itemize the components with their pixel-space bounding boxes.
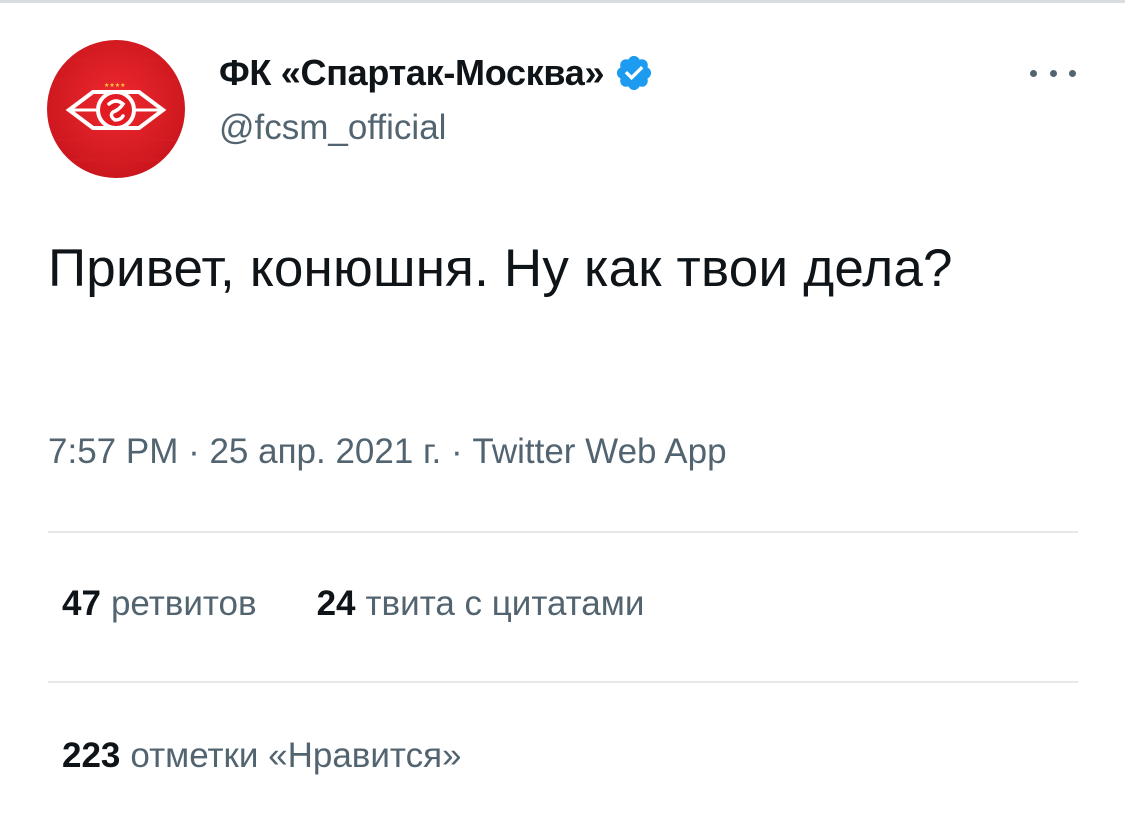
spartak-logo-icon: ★★★★ — [47, 40, 185, 178]
divider — [48, 681, 1078, 683]
meta-separator: · — [178, 432, 210, 471]
tweet-time[interactable]: 7:57 PM — [48, 432, 178, 471]
likes-count: 223 — [62, 736, 121, 775]
more-dots-icon[interactable] — [1030, 60, 1076, 86]
likes-row: 223 отметки «Нравится» — [62, 736, 462, 776]
quotes-count: 24 — [316, 584, 356, 623]
retweets-count: 47 — [62, 584, 101, 623]
author-handle[interactable]: @fcsm_official — [219, 108, 446, 148]
divider — [48, 531, 1078, 533]
author-name-row[interactable]: ФК «Спартак-Москва» — [219, 50, 654, 96]
dot — [1030, 69, 1037, 77]
likes-stat[interactable]: 223 отметки «Нравится» — [62, 736, 462, 776]
retweets-label: ретвитов — [110, 584, 257, 623]
tweet-card: ★★★★ ФК «Спартак-Москва» @fcsm_official … — [0, 0, 1125, 822]
dot — [1049, 69, 1057, 77]
meta-separator: · — [441, 432, 473, 471]
author-display-name[interactable]: ФК «Спартак-Москва» — [219, 52, 605, 94]
tweet-meta: 7:57 PM · 25 апр. 2021 г. · Twitter Web … — [48, 432, 727, 472]
likes-label: отметки «Нравится» — [130, 736, 462, 775]
tweet-source[interactable]: Twitter Web App — [472, 432, 726, 471]
tweet-date[interactable]: 25 апр. 2021 г. — [209, 432, 441, 471]
verified-badge-icon — [614, 53, 654, 93]
stats-row: 47 ретвитов 24 твита с цитатами — [62, 584, 644, 624]
quotes-stat[interactable]: 24 твита с цитатами — [317, 584, 645, 624]
tweet-text: Привет, конюшня. Ну как твои дела? — [48, 239, 953, 298]
svg-text:★★★★: ★★★★ — [104, 82, 126, 89]
quotes-label: твита с цитатами — [365, 584, 645, 623]
dot — [1069, 69, 1076, 77]
avatar[interactable]: ★★★★ — [47, 40, 185, 178]
retweets-stat[interactable]: 47 ретвитов — [62, 584, 257, 624]
